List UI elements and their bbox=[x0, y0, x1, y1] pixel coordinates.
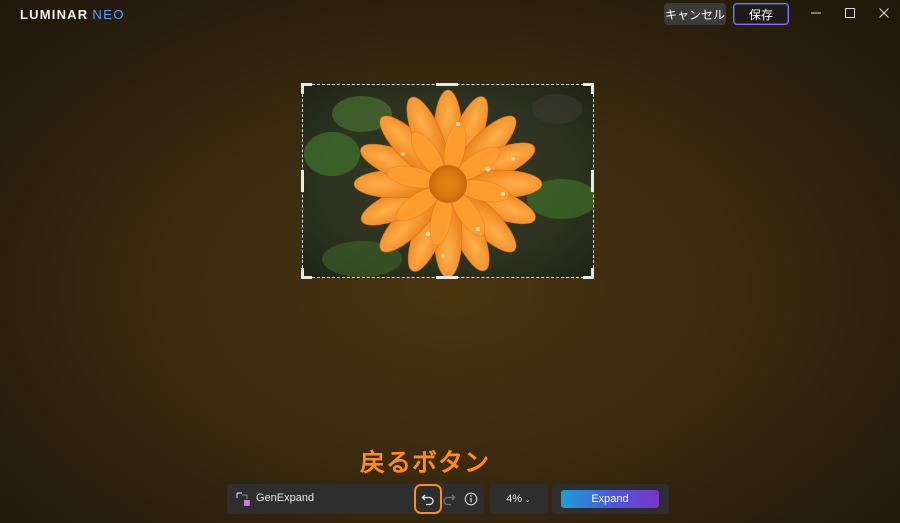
crop-handle-bottom-right-v[interactable] bbox=[591, 268, 594, 279]
minimize-icon[interactable] bbox=[806, 5, 826, 21]
crop-handle-top[interactable] bbox=[436, 83, 458, 86]
undo-highlight-ring bbox=[414, 484, 442, 514]
crop-handle-top-left-v[interactable] bbox=[301, 83, 304, 94]
logo-main: LUMINAR bbox=[20, 7, 89, 22]
crop-handle-bottom[interactable] bbox=[436, 276, 458, 279]
crop-handle-top-right-v[interactable] bbox=[591, 83, 594, 94]
zoom-control[interactable]: 4% ⌄ bbox=[489, 484, 548, 514]
save-button[interactable]: 保存 bbox=[733, 3, 789, 25]
chevron-down-icon: ⌄ bbox=[524, 495, 531, 504]
zoom-level: 4% bbox=[506, 493, 523, 505]
cancel-button[interactable]: キャンセル bbox=[664, 3, 726, 25]
app-logo: LUMINAR NEO bbox=[20, 7, 125, 22]
zoom-value: 4% ⌄ bbox=[489, 493, 548, 505]
close-icon[interactable] bbox=[874, 5, 894, 21]
crop-handle-right[interactable] bbox=[591, 170, 594, 192]
info-icon[interactable] bbox=[462, 490, 480, 508]
logo-sub: NEO bbox=[92, 7, 126, 22]
genexpand-icon bbox=[235, 491, 251, 507]
photo-canvas[interactable] bbox=[302, 84, 594, 278]
annotation-label: 戻るボタン bbox=[360, 449, 491, 477]
crop-handle-bottom-left-v[interactable] bbox=[301, 268, 304, 279]
redo-icon[interactable] bbox=[440, 490, 458, 508]
crop-handle-left[interactable] bbox=[301, 170, 304, 192]
maximize-icon[interactable] bbox=[840, 5, 860, 21]
expand-button[interactable]: Expand bbox=[561, 490, 659, 508]
tool-name-label: GenExpand bbox=[256, 492, 315, 504]
